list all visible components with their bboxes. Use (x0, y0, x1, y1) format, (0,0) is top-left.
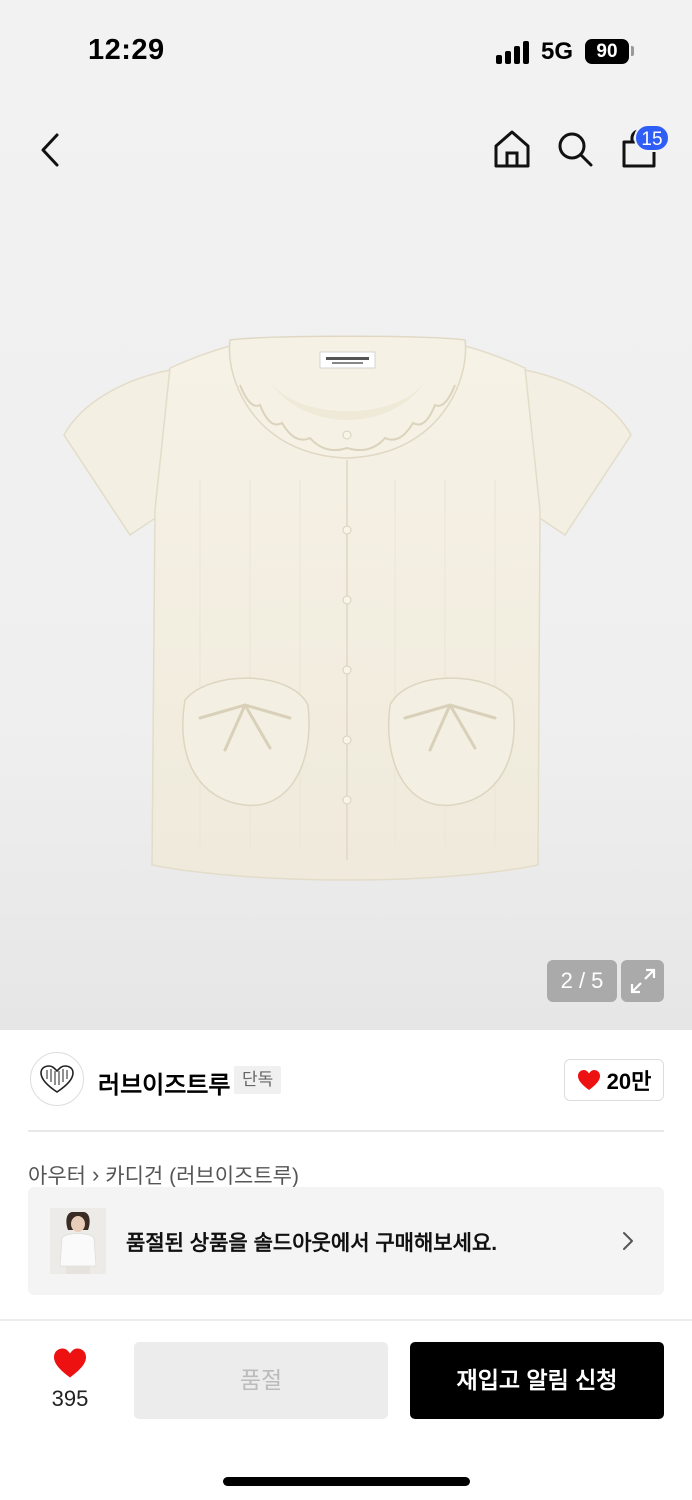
heart-logo-icon (40, 1065, 74, 1093)
product-image[interactable] (60, 330, 635, 890)
battery-tip (631, 46, 634, 56)
back-icon (41, 133, 59, 167)
breadcrumb-category[interactable]: 아우터 (28, 1160, 86, 1190)
signal-icon (496, 40, 532, 64)
status-time: 12:29 (88, 34, 165, 66)
brand-like-button[interactable]: 20만 (564, 1059, 664, 1101)
brand-row: 러브이즈트루 단독 20만 (0, 1030, 692, 1130)
soldout-button[interactable]: 품절 (134, 1342, 388, 1419)
soldout-banner[interactable]: 품절된 상품을 솔드아웃에서 구매해보세요. (28, 1187, 664, 1295)
search-button[interactable] (553, 126, 597, 172)
chevron-right-icon (623, 1232, 633, 1250)
wishlist-count: 395 (51, 1386, 89, 1411)
heart-icon (577, 1070, 600, 1090)
chevron-right-icon: › (91, 1162, 100, 1187)
status-bar: 12:29 5G 90 (0, 0, 692, 100)
home-button[interactable] (490, 126, 534, 172)
home-indicator (223, 1477, 470, 1486)
breadcrumb: 아우터 › 카디건 (러브이즈트루) (28, 1160, 299, 1190)
cart-count-badge: 15 (634, 124, 670, 152)
heart-icon (54, 1348, 86, 1378)
banner-thumbnail (50, 1208, 106, 1274)
battery-indicator: 90 (585, 39, 629, 64)
banner-text: 품절된 상품을 솔드아웃에서 구매해보세요. (126, 1232, 498, 1255)
section-divider (28, 1130, 664, 1132)
brand-logo[interactable] (30, 1052, 84, 1106)
gallery-pager: 2 / 5 (547, 960, 617, 1002)
brand-like-count: 20만 (606, 1069, 652, 1094)
home-icon (494, 130, 530, 168)
brand-name[interactable]: 러브이즈트루 (98, 1065, 230, 1100)
exclusive-badge: 단독 (234, 1066, 282, 1094)
bottom-bar-border (0, 1319, 692, 1321)
breadcrumb-subcategory[interactable]: 카디건 (러브이즈트루) (105, 1160, 299, 1190)
expand-icon (630, 968, 655, 994)
expand-button[interactable] (621, 960, 664, 1002)
restock-alert-button[interactable]: 재입고 알림 신청 (410, 1342, 664, 1419)
search-icon (558, 132, 593, 167)
network-type: 5G (541, 38, 574, 65)
back-button[interactable] (30, 128, 70, 172)
